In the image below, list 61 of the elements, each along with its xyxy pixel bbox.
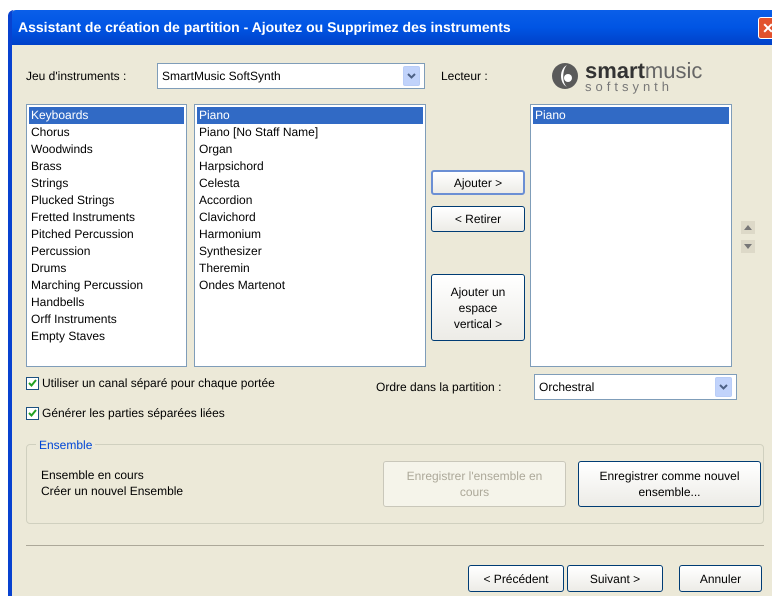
- list-item[interactable]: Percussion: [29, 243, 184, 260]
- score-order-dropdown[interactable]: Orchestral: [534, 374, 737, 400]
- list-item[interactable]: Piano: [197, 107, 423, 124]
- list-item[interactable]: Marching Percussion: [29, 277, 184, 294]
- list-item[interactable]: Piano [No Staff Name]: [197, 124, 423, 141]
- list-item[interactable]: Handbells: [29, 294, 184, 311]
- list-item[interactable]: Woodwinds: [29, 141, 184, 158]
- checkbox[interactable]: [26, 406, 39, 420]
- list-item[interactable]: Clavichord: [197, 209, 423, 226]
- list-item[interactable]: Drums: [29, 260, 184, 277]
- check-icon: [28, 409, 37, 417]
- chevron-down-icon: [407, 73, 416, 79]
- list-item[interactable]: Plucked Strings: [29, 192, 184, 209]
- remove-button[interactable]: < Retirer: [431, 206, 525, 232]
- list-item[interactable]: Accordion: [197, 192, 423, 209]
- list-item[interactable]: Fretted Instruments: [29, 209, 184, 226]
- list-item[interactable]: Keyboards: [29, 107, 184, 124]
- list-item[interactable]: Ondes Martenot: [197, 277, 423, 294]
- list-item[interactable]: Orff Instruments: [29, 311, 184, 328]
- clef-icon: [551, 61, 579, 91]
- dropdown-value: SmartMusic SoftSynth: [162, 68, 281, 85]
- list-item[interactable]: Chorus: [29, 124, 184, 141]
- save-ensemble-button: Enregistrer l'ensemble en cours: [383, 461, 566, 507]
- wizard-button[interactable]: < Précédent: [468, 565, 564, 592]
- checkbox[interactable]: [26, 376, 39, 390]
- list-item[interactable]: Celesta: [197, 175, 423, 192]
- dropdown-button[interactable]: [403, 66, 420, 86]
- add-button[interactable]: Ajouter >: [431, 170, 525, 195]
- field-label: Jeu d'instruments :: [26, 68, 128, 85]
- list-item[interactable]: Synthesizer: [197, 243, 423, 260]
- list-item[interactable]: Strings: [29, 175, 184, 192]
- wizard-button[interactable]: Annuler: [679, 565, 762, 592]
- list-item[interactable]: Brass: [29, 158, 184, 175]
- field-label: Lecteur :: [441, 68, 489, 85]
- chevron-down-icon: [719, 384, 728, 390]
- checkbox-label: Générer les parties séparées liées: [42, 405, 225, 422]
- triangle-up-icon: [744, 225, 752, 230]
- list-item[interactable]: Empty Staves: [29, 328, 184, 345]
- list-item[interactable]: Pitched Percussion: [29, 226, 184, 243]
- save-ensemble-button[interactable]: Enregistrer comme nouvel ensemble...: [578, 461, 761, 507]
- checkbox-label: Utiliser un canal séparé pour chaque portée: [42, 375, 275, 392]
- dropdown-button[interactable]: [715, 377, 732, 397]
- list-item[interactable]: Harmonium: [197, 226, 423, 243]
- move-down-button[interactable]: [741, 240, 755, 253]
- list-item[interactable]: Theremin: [197, 260, 423, 277]
- list-item[interactable]: Piano: [533, 107, 729, 124]
- add-space-button[interactable]: Ajouter un espace vertical >: [431, 274, 525, 341]
- ensemble-text: Créer un nouvel Ensemble: [41, 483, 184, 499]
- field-label: Ordre dans la partition :: [376, 379, 502, 396]
- list-item[interactable]: Harpsichord: [197, 158, 423, 175]
- check-icon: [28, 379, 37, 387]
- logo-subtext: softsynth: [585, 80, 674, 92]
- logo-text: smartmusic: [585, 60, 702, 82]
- wizard-button[interactable]: Suivant >: [567, 565, 663, 592]
- window-title: Assistant de création de partition - Ajoutez ou Supprimez des instruments: [18, 18, 512, 37]
- instrument-set-dropdown[interactable]: SmartMusic SoftSynth: [157, 63, 425, 89]
- triangle-down-icon: [744, 244, 752, 249]
- ensemble-text: Ensemble en cours: [41, 467, 145, 483]
- list-item[interactable]: Organ: [197, 141, 423, 158]
- move-up-button[interactable]: [741, 221, 755, 234]
- dropdown-value: Orchestral: [539, 379, 594, 396]
